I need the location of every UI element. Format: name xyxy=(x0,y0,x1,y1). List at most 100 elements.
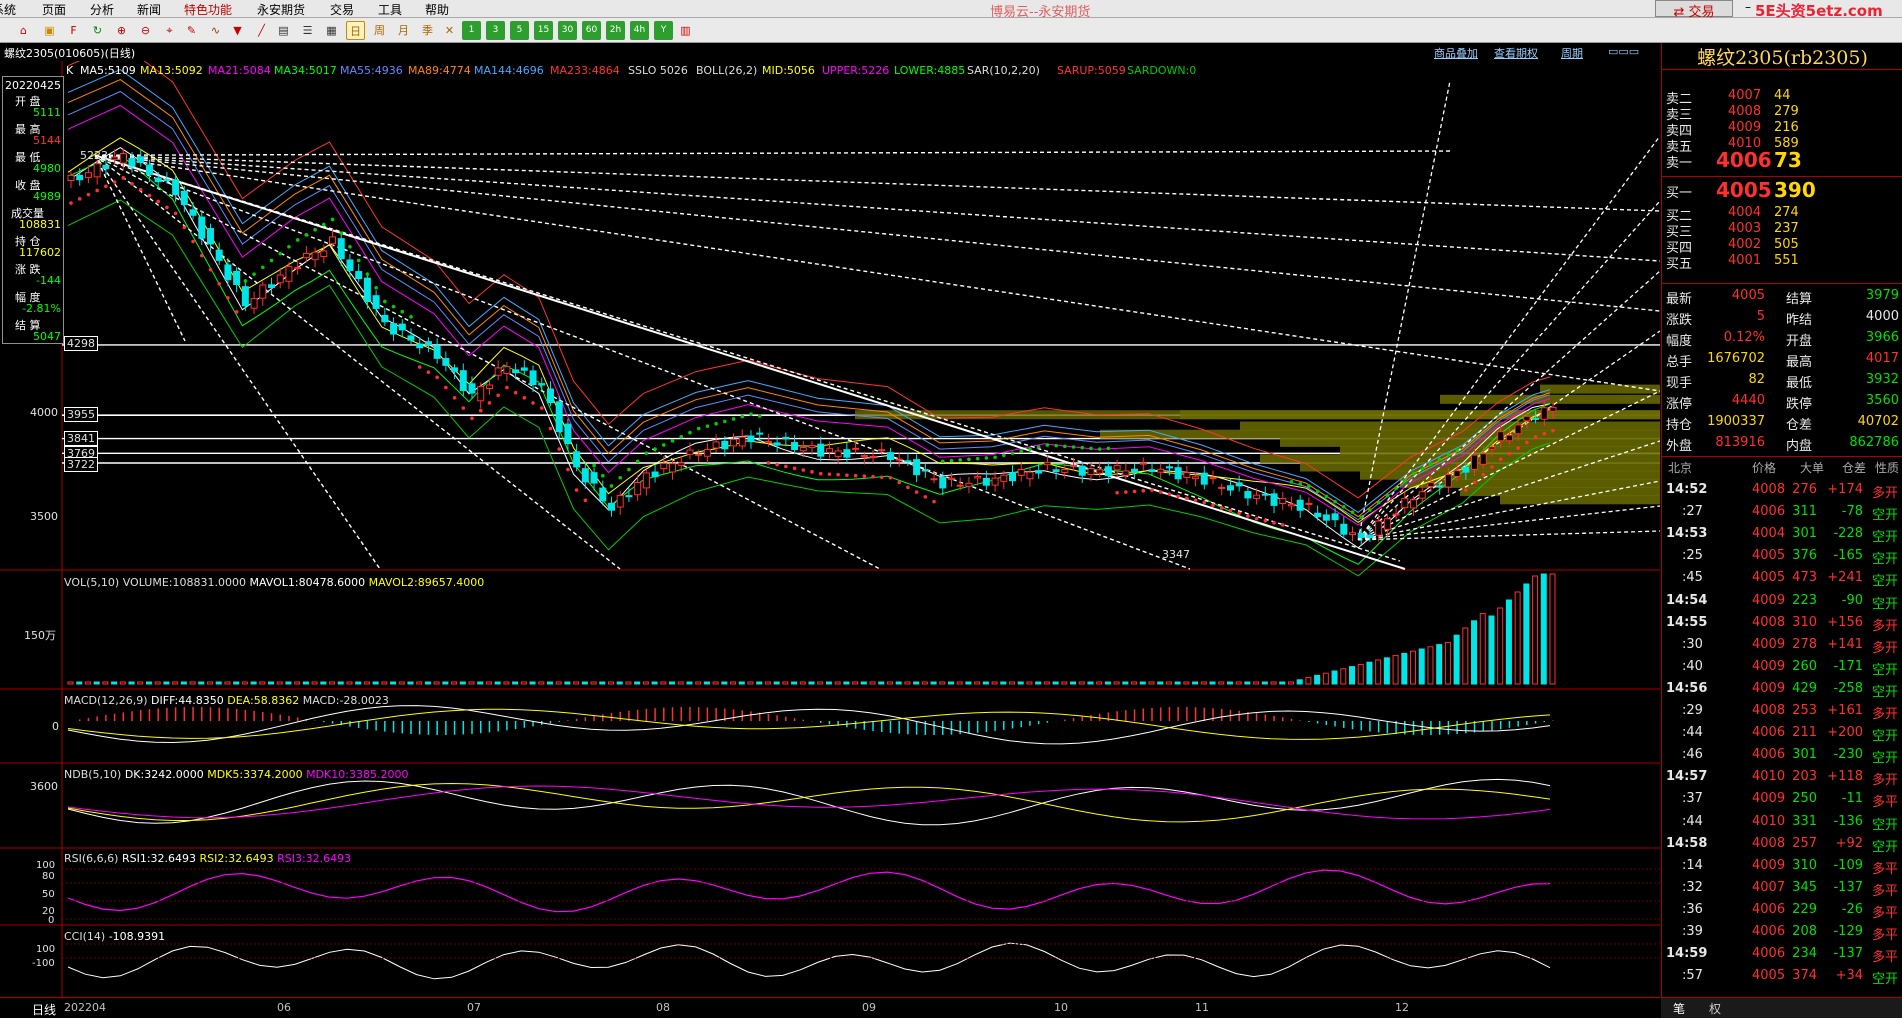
f10-icon[interactable]: F xyxy=(64,21,83,40)
tick-row[interactable]: :30 4009 278 +141 多开 xyxy=(1662,635,1902,656)
folder-icon[interactable]: ▣ xyxy=(40,21,59,40)
period-5m-button[interactable]: 5 xyxy=(510,21,529,40)
sar-dot xyxy=(557,447,561,451)
zoom-in-icon[interactable]: ⊕ xyxy=(112,21,131,40)
tick-time: :27 xyxy=(1682,504,1703,520)
candle-body xyxy=(555,401,563,433)
tick-row[interactable]: :45 4005 473 +241 空开 xyxy=(1662,568,1902,589)
indicator-icon[interactable]: ∿ xyxy=(206,21,225,40)
tick-row[interactable]: :27 4006 311 -78 空开 xyxy=(1662,502,1902,523)
menu-page[interactable]: 页面 xyxy=(42,1,66,18)
list-icon[interactable]: ☰ xyxy=(298,21,317,40)
period-month-button[interactable]: 月 xyxy=(394,21,413,40)
period-15m-button[interactable]: 15 xyxy=(534,21,553,40)
quote-title: 螺纹2305(rb2305) xyxy=(1662,43,1902,70)
bid-level[interactable]: 买五 4001 551 xyxy=(1662,251,1902,272)
ma21-label: MA21:5084 xyxy=(208,64,271,77)
tick-oi-change: -165 xyxy=(1833,548,1863,564)
period-day-button[interactable]: 日 xyxy=(346,21,365,40)
filter-icon[interactable]: ▼ xyxy=(228,21,247,40)
ndb-mdk5: MDK5:3374.2000 xyxy=(207,768,303,781)
options-link[interactable]: 查看期权 xyxy=(1494,45,1538,61)
candle-body xyxy=(1165,466,1173,469)
tick-row[interactable]: :36 4006 229 -26 多平 xyxy=(1662,900,1902,921)
tick-row[interactable]: :46 4006 301 -230 空开 xyxy=(1662,745,1902,766)
crosshair-icon[interactable]: ⌖ xyxy=(160,21,179,40)
period-60m-button[interactable]: 60 xyxy=(582,21,601,40)
stat-value: 3932 xyxy=(1865,372,1899,387)
period-30m-button[interactable]: 30 xyxy=(558,21,577,40)
tick-row[interactable]: :40 4009 260 -171 空开 xyxy=(1662,657,1902,678)
sar-dot xyxy=(1089,446,1093,451)
ask-level[interactable]: 卖五 4010 589 xyxy=(1662,134,1902,155)
tick-price: 4005 xyxy=(1752,968,1786,984)
tick-row[interactable]: :25 4005 376 -165 空开 xyxy=(1662,546,1902,567)
volume-bar xyxy=(1340,668,1347,685)
tick-row[interactable]: :14 4009 310 -109 多平 xyxy=(1662,856,1902,877)
tick-row[interactable]: 14:52 4008 276 +174 多开 xyxy=(1662,480,1902,501)
tick-row[interactable]: :44 4010 331 -136 空开 xyxy=(1662,812,1902,833)
menu-tools[interactable]: 工具 xyxy=(378,1,402,18)
grid-icon[interactable]: ▦ xyxy=(322,21,341,40)
volume-bar xyxy=(294,681,301,685)
tick-row[interactable]: :39 4006 208 -129 多平 xyxy=(1662,922,1902,943)
tick-row[interactable]: :32 4007 345 -137 多平 xyxy=(1662,878,1902,899)
period-year-button[interactable]: Y xyxy=(654,21,673,40)
period-x-button[interactable]: ✕ xyxy=(440,21,459,40)
sar-dot xyxy=(879,475,884,480)
tick-time: 14:52 xyxy=(1666,482,1708,497)
candle-body xyxy=(974,476,982,479)
tick-row[interactable]: 14:58 4008 257 +92 空开 xyxy=(1662,834,1902,855)
tick-row[interactable]: 14:59 4006 234 -137 多平 xyxy=(1662,944,1902,965)
level-3955: 3955 xyxy=(64,407,98,422)
volume-bar xyxy=(311,681,318,685)
x-label-oct: 10 xyxy=(1054,1001,1068,1014)
tab-weight[interactable]: 权 xyxy=(1709,1000,1721,1017)
menu-system[interactable]: 系统 xyxy=(0,1,16,18)
tick-row[interactable]: 14:54 4009 223 -90 空开 xyxy=(1662,591,1902,612)
tick-row[interactable]: :57 4005 374 +34 空开 xyxy=(1662,966,1902,987)
volume-bar xyxy=(477,681,484,685)
volume-bar xyxy=(1497,607,1504,685)
table-icon[interactable]: ▤ xyxy=(274,21,293,40)
candle-body xyxy=(503,366,511,375)
menu-news[interactable]: 新闻 xyxy=(137,1,161,18)
tick-row[interactable]: 14:56 4009 429 -258 空开 xyxy=(1662,679,1902,700)
period-link[interactable]: 周期 xyxy=(1561,45,1583,61)
volume-bar xyxy=(459,681,466,685)
menu-analysis[interactable]: 分析 xyxy=(90,1,114,18)
bid-level[interactable]: 买一 4005 390 xyxy=(1662,178,1902,204)
sar-dot xyxy=(1054,443,1058,448)
period-2h-button[interactable]: 2h xyxy=(606,21,625,40)
tab-ticks[interactable]: 笔 xyxy=(1673,1000,1685,1017)
draw-line-icon[interactable]: ╱ xyxy=(252,21,271,40)
pencil-icon[interactable]: ✎ xyxy=(182,21,201,40)
sar-dot xyxy=(199,253,204,258)
tick-row[interactable]: 14:53 4004 301 -228 空开 xyxy=(1662,524,1902,545)
menu-trade[interactable]: 交易 xyxy=(330,1,354,18)
tick-row[interactable]: :37 4009 250 -11 多平 xyxy=(1662,789,1902,810)
candle-body xyxy=(1410,499,1418,509)
zoom-out-icon[interactable]: ⊖ xyxy=(136,21,155,40)
period-week-button[interactable]: 周 xyxy=(370,21,389,40)
period-indicator[interactable]: 日线 xyxy=(32,1001,56,1018)
menu-yongan[interactable]: 永安期货 xyxy=(257,1,305,18)
home-icon[interactable]: ⌂ xyxy=(14,21,33,40)
trade-button[interactable]: ⇄ 交易 xyxy=(1655,0,1733,20)
tick-row[interactable]: :29 4008 253 +161 多开 xyxy=(1662,701,1902,722)
menu-help[interactable]: 帮助 xyxy=(425,1,449,18)
calendar-icon[interactable]: ▥ xyxy=(676,21,695,40)
menu-featured[interactable]: 特色功能 xyxy=(184,1,232,18)
period-4h-button[interactable]: 4h xyxy=(630,21,649,40)
overlay-link[interactable]: 商品叠加 xyxy=(1434,45,1478,61)
volume-bar xyxy=(564,681,571,685)
layout-icons[interactable]: ▭▭▭ xyxy=(1608,45,1639,58)
period-1m-button[interactable]: 1 xyxy=(462,21,481,40)
tick-row[interactable]: :44 4006 211 +200 空开 xyxy=(1662,723,1902,744)
period-quarter-button[interactable]: 季 xyxy=(418,21,437,40)
tick-row[interactable]: 14:57 4010 203 +118 多开 xyxy=(1662,767,1902,788)
volume-bar xyxy=(677,681,684,685)
period-3m-button[interactable]: 3 xyxy=(486,21,505,40)
refresh-icon[interactable]: ↻ xyxy=(88,21,107,40)
tick-row[interactable]: 14:55 4008 310 +156 多开 xyxy=(1662,613,1902,634)
